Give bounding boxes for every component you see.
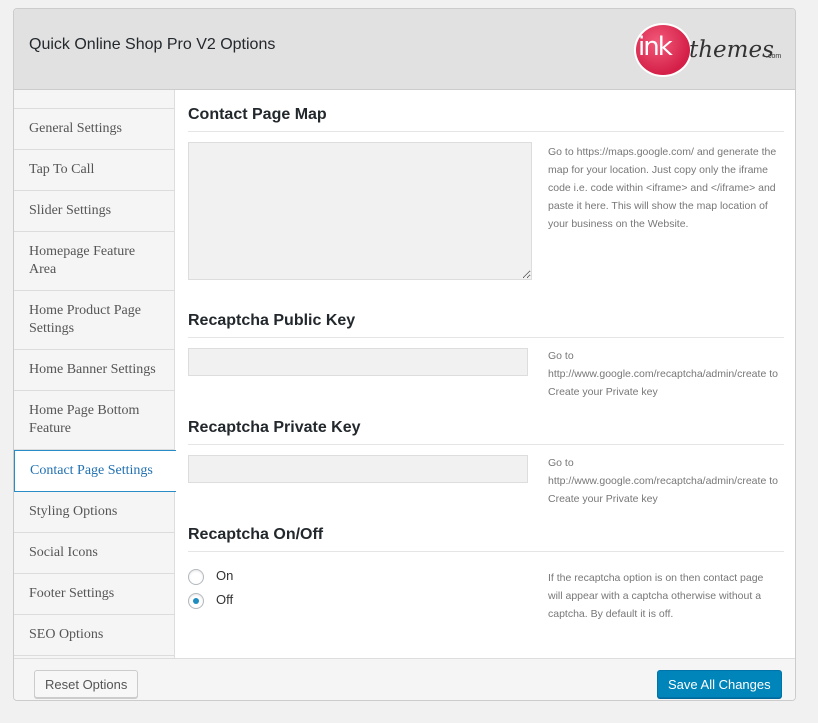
recaptcha-public-key-input[interactable] — [188, 348, 528, 376]
recaptcha-on-off-heading: Recaptcha On/Off — [188, 526, 784, 552]
sidebar-item-home-banner-settings[interactable]: Home Banner Settings — [14, 350, 174, 391]
sidebar-item-homepage-feature-area[interactable]: Homepage Feature Area — [14, 232, 174, 291]
sidebar-item-seo-options[interactable]: SEO Options — [14, 615, 174, 656]
sidebar-item-slider-settings[interactable]: Slider Settings — [14, 191, 174, 232]
page-title: Quick Online Shop Pro V2 Options — [29, 36, 276, 53]
contact-map-textarea[interactable] — [188, 142, 532, 280]
sidebar-item-social-icons[interactable]: Social Icons — [14, 533, 174, 574]
options-panel: Quick Online Shop Pro V2 Options ink the… — [13, 8, 796, 701]
recaptcha-public-key-heading: Recaptcha Public Key — [188, 312, 784, 338]
sidebar: General Settings Tap To Call Slider Sett… — [14, 90, 176, 658]
main-content: Contact Page Map Go to https://maps.goog… — [188, 90, 784, 658]
contact-map-help: Go to https://maps.google.com/ and gener… — [548, 146, 777, 230]
footer-bar: Reset Options Save All Changes — [14, 658, 795, 700]
inkthemes-logo: ink themes .com — [634, 23, 784, 77]
sidebar-item-styling-options[interactable]: Styling Options — [14, 492, 174, 533]
sidebar-item-tap-to-call[interactable]: Tap To Call — [14, 150, 174, 191]
recaptcha-private-key-help: Go to http://www.google.com/recaptcha/ad… — [548, 457, 778, 505]
radio-on-label: On — [216, 568, 234, 583]
sidebar-item-home-page-bottom-feature[interactable]: Home Page Bottom Feature — [14, 391, 174, 450]
recaptcha-public-key-help: Go to http://www.google.com/recaptcha/ad… — [548, 350, 778, 398]
recaptcha-private-key-heading: Recaptcha Private Key — [188, 419, 784, 445]
contact-page-map-heading: Contact Page Map — [188, 106, 784, 132]
save-all-changes-button[interactable]: Save All Changes — [657, 670, 782, 698]
sidebar-item-footer-settings[interactable]: Footer Settings — [14, 574, 174, 615]
radio-on[interactable] — [188, 568, 204, 585]
radio-off[interactable] — [188, 592, 204, 609]
reset-options-button[interactable]: Reset Options — [34, 670, 139, 698]
recaptcha-toggle-help: If the recaptcha option is on then conta… — [548, 572, 764, 620]
logo-com-text: .com — [766, 53, 782, 60]
recaptcha-off-option[interactable]: Off — [188, 592, 233, 609]
radio-off-label: Off — [216, 592, 234, 607]
recaptcha-on-option[interactable]: On — [188, 568, 233, 585]
sidebar-item-general-settings[interactable]: General Settings — [14, 108, 174, 150]
sidebar-item-contact-page-settings[interactable]: Contact Page Settings — [14, 450, 176, 492]
logo-themes-text: themes — [689, 37, 774, 63]
recaptcha-private-key-input[interactable] — [188, 455, 528, 483]
sidebar-item-home-product-page-settings[interactable]: Home Product Page Settings — [14, 291, 174, 350]
header: Quick Online Shop Pro V2 Options ink the… — [14, 9, 795, 90]
